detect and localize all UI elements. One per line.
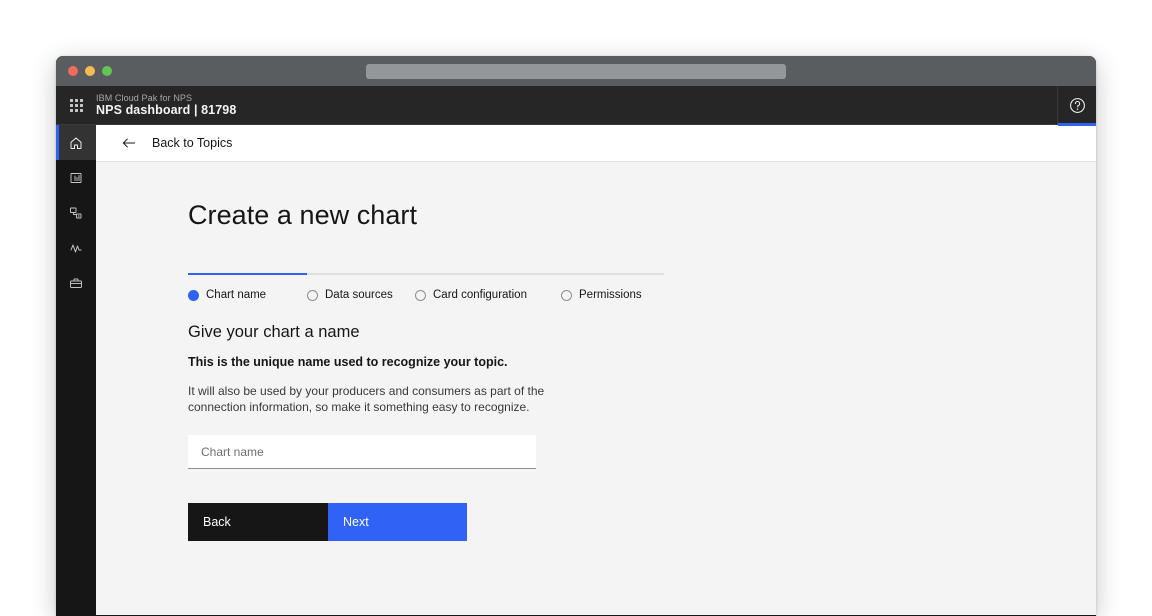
step-card-configuration[interactable]: Card configuration: [415, 289, 561, 301]
step-list: Chart name Data sources Card configurati…: [188, 289, 664, 301]
rail-item-home[interactable]: [56, 125, 96, 160]
browser-window: IBM Cloud Pak for NPS NPS dashboard | 81…: [56, 56, 1096, 616]
form-help-text: It will also be used by your producers a…: [188, 383, 552, 415]
address-bar[interactable]: [366, 64, 786, 79]
rail-item-dashboard[interactable]: [56, 160, 96, 195]
traffic-lights: [68, 66, 112, 76]
maximize-window-button[interactable]: [102, 66, 112, 76]
back-nav-bar: Back to Topics: [96, 125, 1096, 162]
form-actions: Back Next: [188, 503, 1096, 541]
step-data-sources[interactable]: Data sources: [307, 289, 415, 301]
rail-item-toolbox[interactable]: [56, 265, 96, 300]
step-dot-icon: [415, 290, 426, 301]
content-column: Back to Topics Create a new chart Chart …: [96, 125, 1096, 615]
home-icon: [68, 135, 84, 151]
step-dot-icon: [307, 290, 318, 301]
minimize-window-button[interactable]: [85, 66, 95, 76]
product-prefix: IBM Cloud Pak for NPS: [96, 93, 236, 103]
app-body: Back to Topics Create a new chart Chart …: [56, 125, 1096, 615]
back-to-topics-link[interactable]: Back to Topics: [152, 136, 232, 150]
next-button[interactable]: Next: [328, 503, 467, 541]
app-switcher-icon[interactable]: [56, 86, 96, 125]
step-dot-icon: [188, 290, 199, 301]
browser-chrome: [56, 56, 1096, 86]
form-strong-text: This is the unique name used to recogniz…: [188, 355, 1096, 369]
step-label: Permissions: [579, 289, 642, 301]
activity-pulse-icon: [68, 240, 84, 256]
left-nav-rail: [56, 125, 96, 615]
rail-item-activity[interactable]: [56, 230, 96, 265]
step-dot-icon: [561, 290, 572, 301]
header-actions: [1057, 86, 1096, 125]
progress-stepper: Chart name Data sources Card configurati…: [188, 273, 664, 301]
topology-nodes-icon: [68, 205, 84, 221]
rail-item-topology[interactable]: [56, 195, 96, 230]
toolbox-icon: [68, 275, 84, 291]
app-header: IBM Cloud Pak for NPS NPS dashboard | 81…: [56, 86, 1096, 125]
arrow-left-icon[interactable]: [120, 134, 138, 152]
progress-track: [188, 273, 664, 275]
dashboard-chart-icon: [68, 170, 84, 186]
step-permissions[interactable]: Permissions: [561, 289, 642, 301]
close-window-button[interactable]: [68, 66, 78, 76]
help-circle-icon[interactable]: [1057, 86, 1096, 125]
product-title: NPS dashboard | 81798: [96, 103, 236, 117]
form-heading: Give your chart a name: [188, 323, 1096, 342]
main-content: Create a new chart Chart name Data sourc…: [96, 162, 1096, 615]
step-label: Card configuration: [433, 289, 527, 301]
step-chart-name[interactable]: Chart name: [188, 289, 307, 301]
page-title: Create a new chart: [188, 200, 1096, 231]
step-label: Chart name: [206, 289, 266, 301]
back-button[interactable]: Back: [188, 503, 328, 541]
product-brand[interactable]: IBM Cloud Pak for NPS NPS dashboard | 81…: [96, 93, 236, 118]
progress-fill: [188, 273, 307, 275]
chart-name-input[interactable]: [188, 435, 536, 469]
step-label: Data sources: [325, 289, 393, 301]
